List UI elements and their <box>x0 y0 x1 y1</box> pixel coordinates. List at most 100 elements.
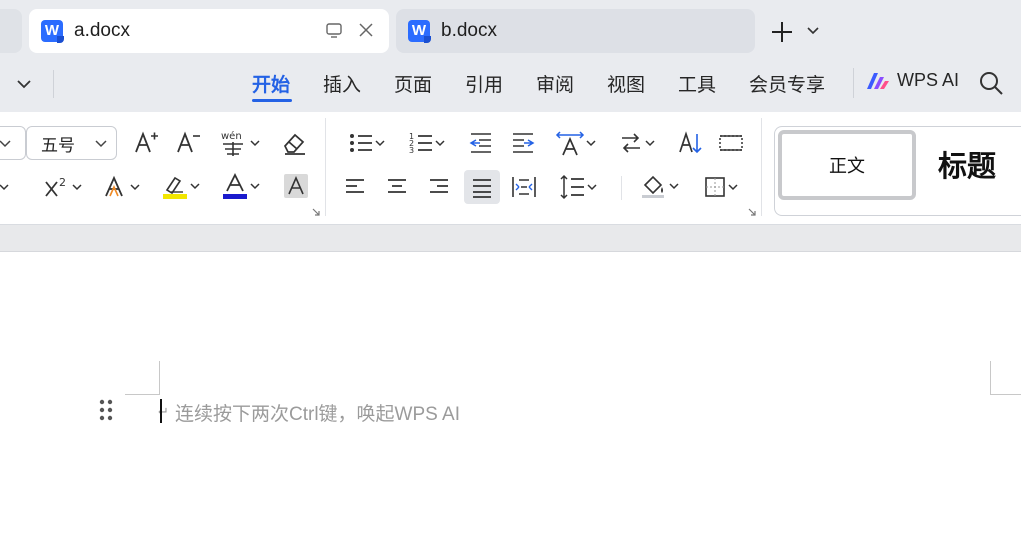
wps-ai-logo-icon <box>867 72 889 89</box>
style-normal[interactable]: 正文 <box>778 130 916 200</box>
menu-bar: 开始 插入 页面 引用 审阅 视图 工具 会员专享 WPS AI <box>0 64 1021 112</box>
decrease-font-size-button[interactable] <box>174 128 202 158</box>
menu-member[interactable]: 会员专享 <box>749 70 825 97</box>
wps-ai-button[interactable]: WPS AI <box>866 70 959 91</box>
svg-text:2: 2 <box>59 176 66 189</box>
menu-home[interactable]: 开始 <box>252 70 290 97</box>
align-justify-icon <box>473 179 491 198</box>
paint-bucket-icon <box>642 175 664 198</box>
font-decrease-icon <box>177 131 200 153</box>
menu-insert[interactable]: 插入 <box>323 70 361 97</box>
chevron-down-icon <box>0 184 9 191</box>
text-effect-icon <box>105 175 123 197</box>
divider <box>325 118 326 216</box>
svg-text:3: 3 <box>409 146 414 155</box>
font-name-dropdown[interactable] <box>0 126 26 160</box>
font-increase-icon <box>135 131 158 153</box>
increase-indent-button[interactable] <box>508 128 538 158</box>
tab-label: a.docx <box>74 20 130 41</box>
font-color-button[interactable] <box>218 170 264 202</box>
decrease-indent-button[interactable] <box>466 128 496 158</box>
chevron-down-icon <box>190 183 200 190</box>
numbered-list-icon: 1 2 3 <box>409 132 432 155</box>
line-spacing-button[interactable] <box>554 172 602 202</box>
chevron-down-icon <box>250 183 260 190</box>
style-heading[interactable]: 标题 <box>938 143 996 185</box>
chevron-down-icon <box>645 140 655 147</box>
font-dialog-launcher-icon[interactable] <box>312 208 320 216</box>
borders-button[interactable] <box>698 172 744 202</box>
chevron-down-icon <box>95 140 107 148</box>
strikethrough-dropdown[interactable] <box>0 172 10 202</box>
justify-button[interactable] <box>464 170 500 204</box>
align-right-button[interactable] <box>424 172 454 202</box>
margin-mark-right <box>990 394 1021 395</box>
align-center-icon <box>388 179 406 193</box>
close-icon[interactable] <box>357 21 375 39</box>
show-marks-button[interactable] <box>716 128 746 158</box>
menu-view[interactable]: 视图 <box>607 70 645 97</box>
phonetic-guide-icon: wén <box>221 130 243 156</box>
font-size-dropdown[interactable]: 五号 <box>26 126 117 160</box>
superscript-button[interactable]: 2 <box>40 172 86 202</box>
increase-font-size-button[interactable] <box>132 128 160 158</box>
align-right-icon <box>430 179 448 193</box>
divider <box>621 176 622 200</box>
character-shading-button[interactable] <box>284 174 308 198</box>
highlight-color-swatch <box>163 194 187 199</box>
bullet-list-icon <box>350 134 372 152</box>
menu-page[interactable]: 页面 <box>394 70 432 97</box>
distributed-align-button[interactable] <box>508 172 540 202</box>
title-bar: W a.docx W b.docx <box>0 0 1021 64</box>
chevron-down-icon[interactable] <box>14 74 34 94</box>
wps-ai-label: WPS AI <box>897 70 960 90</box>
eraser-icon <box>283 133 305 155</box>
numbering-button[interactable]: 1 2 3 <box>404 128 450 158</box>
sort-icon <box>679 131 702 154</box>
search-icon[interactable] <box>978 70 1004 96</box>
indent-icon <box>513 133 535 153</box>
chevron-down-icon <box>250 140 260 147</box>
margin-mark-left <box>125 394 160 395</box>
tab-a-docx[interactable]: W a.docx <box>29 9 389 53</box>
bullets-button[interactable] <box>344 128 390 158</box>
sort-button[interactable] <box>676 128 706 158</box>
font-color-icon <box>223 172 247 199</box>
plus-icon[interactable] <box>768 18 796 46</box>
monitor-icon[interactable] <box>325 21 343 39</box>
text-direction-button[interactable] <box>552 126 600 160</box>
phonetic-guide-button[interactable]: wén <box>216 126 264 160</box>
wps-writer-icon: W <box>41 20 64 43</box>
menu-review[interactable]: 审阅 <box>536 70 574 97</box>
shading-button[interactable] <box>636 170 684 202</box>
clear-format-button[interactable] <box>280 128 308 158</box>
align-center-button[interactable] <box>382 172 412 202</box>
chevron-down-icon <box>0 140 11 148</box>
text-effect-button[interactable] <box>100 172 144 202</box>
chevron-down-icon <box>669 183 679 190</box>
borders-icon <box>705 177 725 197</box>
chevron-down-icon[interactable] <box>805 22 821 38</box>
font-size-value: 五号 <box>41 135 75 155</box>
ruler-area <box>0 225 1021 252</box>
menu-tools[interactable]: 工具 <box>678 70 716 97</box>
align-left-button[interactable] <box>340 172 370 202</box>
tab-overflow-stub[interactable] <box>0 9 22 53</box>
chevron-down-icon <box>586 140 596 147</box>
drag-handle-icon[interactable] <box>99 398 113 422</box>
divider <box>761 118 762 216</box>
distribute-icon <box>512 177 536 197</box>
superscript-icon: 2 <box>45 176 66 197</box>
menu-references[interactable]: 引用 <box>465 70 503 97</box>
font-color-swatch <box>223 194 247 199</box>
highlight-button[interactable] <box>158 170 204 202</box>
paragraph-dialog-launcher-icon[interactable] <box>748 208 756 216</box>
text-flow-button[interactable] <box>614 128 660 158</box>
line-spacing-icon <box>560 174 584 200</box>
tab-label: b.docx <box>441 20 497 41</box>
text-direction-icon <box>555 131 585 156</box>
ai-hint-placeholder: 连续按下两次Ctrl键，唤起WPS AI <box>175 404 461 425</box>
tab-b-docx[interactable]: W b.docx <box>396 9 755 53</box>
document-page[interactable] <box>0 252 1021 560</box>
ruler-marks-icon <box>719 135 743 151</box>
